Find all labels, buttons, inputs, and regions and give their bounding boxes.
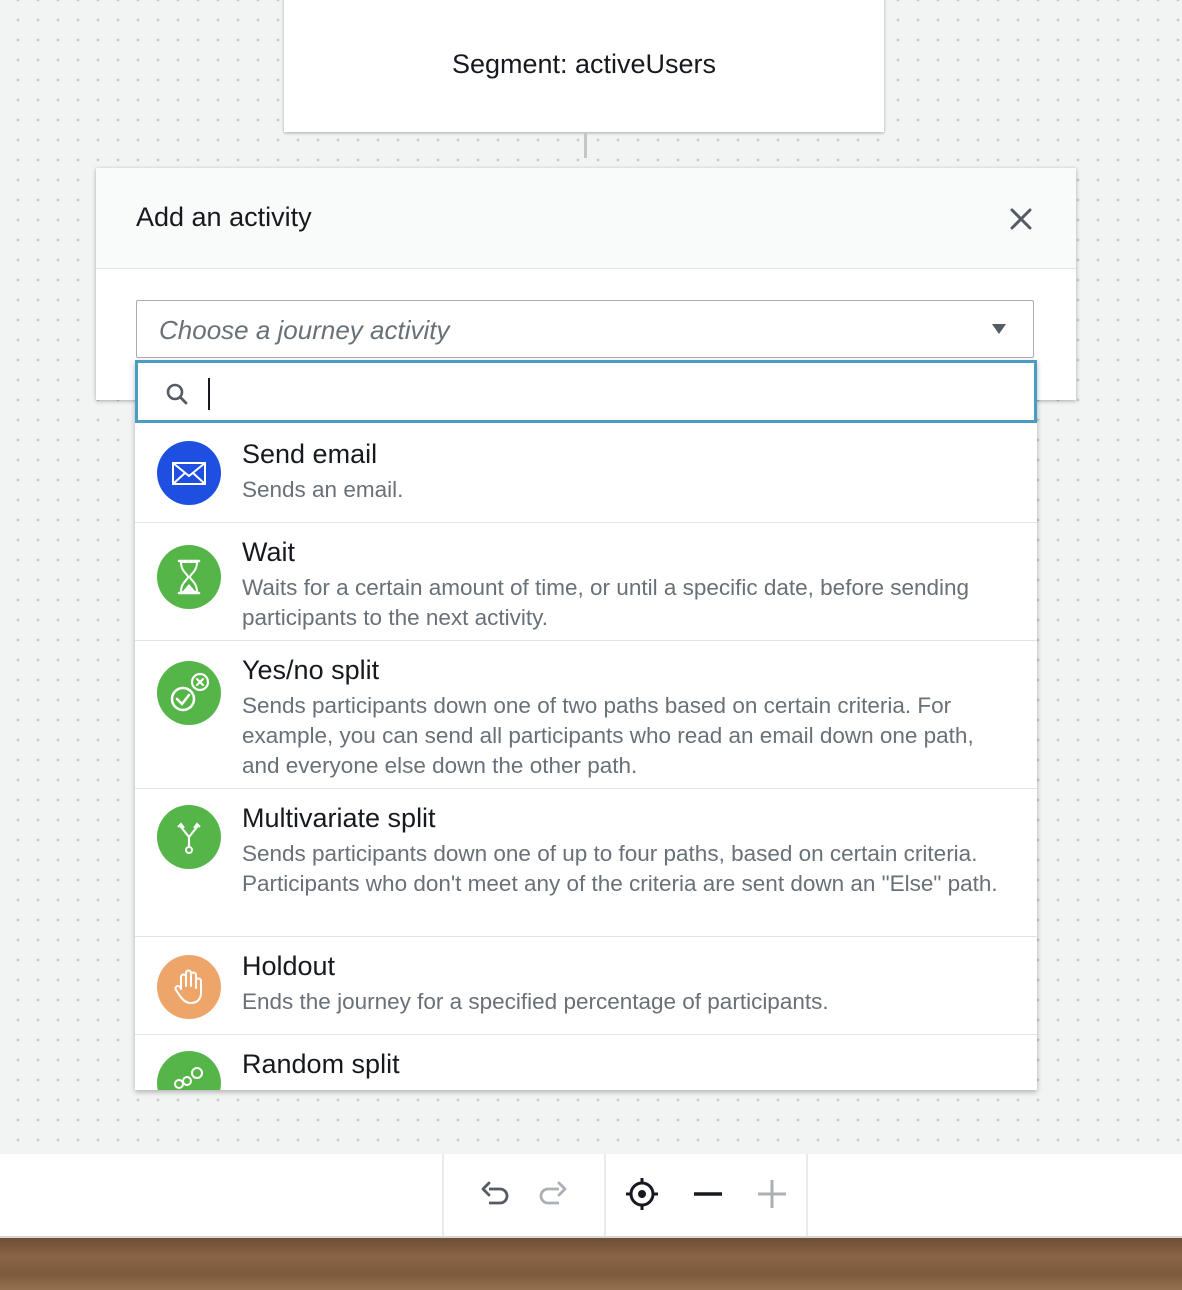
canvas-toolbar — [0, 1154, 1182, 1238]
text-cursor — [208, 378, 210, 410]
option-description: Sends participants down one of two paths… — [242, 693, 974, 778]
close-icon — [1010, 208, 1032, 230]
option-description: Waits for a certain amount of time, or u… — [242, 575, 970, 630]
activity-dropdown: Send email Sends an email. Wait Waits fo… — [135, 360, 1037, 1090]
zoom-out-icon — [694, 1192, 722, 1196]
hourglass-icon — [157, 545, 221, 609]
fork-icon — [157, 805, 221, 869]
option-yes-no-split[interactable]: Yes/no split Sends participants down one… — [135, 641, 1037, 789]
search-icon — [166, 383, 188, 405]
segment-node-label: Segment: activeUsers — [451, 48, 717, 79]
option-title: Multivariate split — [242, 803, 436, 833]
option-random-split[interactable]: Random split — [135, 1035, 1037, 1090]
modal-title: Add an activity — [136, 202, 312, 232]
option-multivariate-split[interactable]: Multivariate split Sends participants do… — [135, 789, 1037, 937]
activity-search[interactable] — [135, 360, 1037, 423]
redo-button[interactable] — [534, 1174, 574, 1214]
option-title: Wait — [242, 537, 295, 567]
option-description: Ends the journey for a specified percent… — [242, 989, 829, 1014]
search-input[interactable] — [204, 375, 1008, 411]
zoom-in-icon — [758, 1180, 786, 1208]
recenter-icon — [626, 1178, 658, 1210]
activity-select-placeholder: Choose a journey activity — [159, 315, 450, 345]
close-button[interactable] — [1006, 204, 1036, 234]
envelope-icon — [157, 441, 221, 505]
activity-select[interactable]: Choose a journey activity — [136, 300, 1034, 358]
option-title: Holdout — [242, 951, 336, 981]
connector-line — [584, 132, 587, 158]
undo-icon — [481, 1181, 509, 1205]
option-holdout[interactable]: Holdout Ends the journey for a specified… — [135, 937, 1037, 1035]
journey-canvas[interactable]: Segment: activeUsers Add an activity Cho… — [0, 0, 1182, 1154]
segment-node[interactable]: Segment: activeUsers — [284, 0, 884, 132]
yes-no-icon — [157, 661, 221, 725]
option-title: Yes/no split — [242, 655, 380, 685]
recenter-button[interactable] — [622, 1174, 662, 1214]
toolbar-divider — [604, 1154, 606, 1236]
option-title: Send email — [242, 439, 378, 469]
random-split-icon — [157, 1051, 221, 1090]
modal-header: Add an activity — [96, 168, 1076, 269]
option-description: Sends participants down one of up to fou… — [242, 841, 998, 896]
redo-icon — [539, 1181, 567, 1205]
hand-icon — [157, 955, 221, 1019]
undo-button[interactable] — [474, 1174, 514, 1214]
option-title: Random split — [242, 1049, 400, 1079]
toolbar-divider — [442, 1154, 444, 1236]
option-send-email[interactable]: Send email Sends an email. — [135, 423, 1037, 523]
desktop-background — [0, 1238, 1182, 1290]
toolbar-divider — [806, 1154, 808, 1236]
option-wait[interactable]: Wait Waits for a certain amount of time,… — [135, 523, 1037, 641]
zoom-in-button[interactable] — [752, 1174, 792, 1214]
zoom-out-button[interactable] — [688, 1174, 728, 1214]
option-description: Sends an email. — [242, 477, 404, 502]
caret-down-icon — [992, 324, 1006, 334]
